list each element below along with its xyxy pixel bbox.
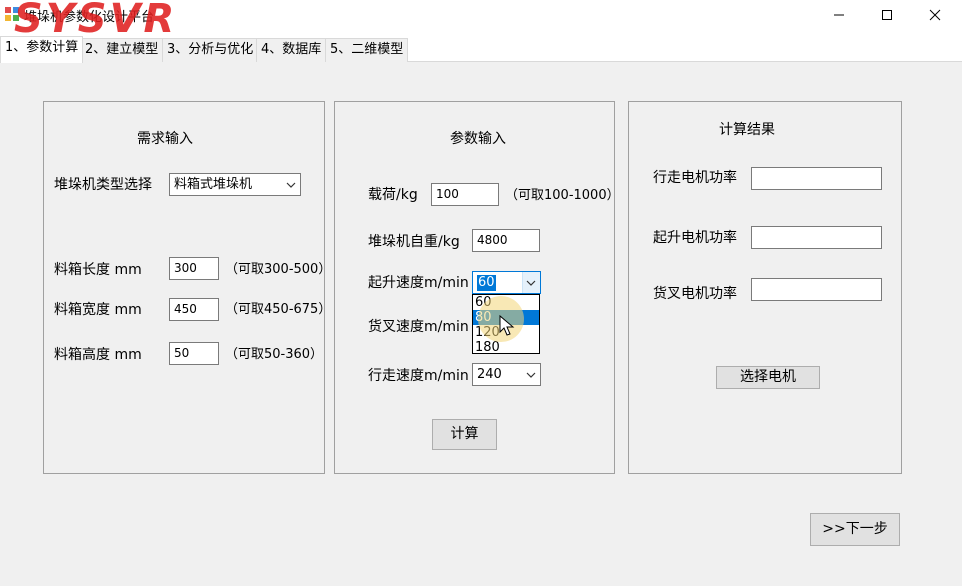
box-width-hint: （可取450-675） (225, 302, 332, 317)
fork-speed-label: 货叉速度m/min (368, 319, 469, 335)
select-motor-button[interactable]: 选择电机 (716, 366, 820, 389)
lift-speed-label: 起升速度m/min (368, 275, 469, 291)
box-width-label: 料箱宽度 mm (54, 302, 142, 318)
box-height-hint: （可取50-360） (225, 347, 324, 362)
self-weight-input[interactable]: 4800 (472, 229, 540, 252)
parameter-input-title: 参数输入 (450, 131, 506, 147)
lift-motor-power-label: 起升电机功率 (653, 230, 737, 246)
demand-input-group: 需求输入 堆垛机类型选择 料箱式堆垛机 料箱长度 mm 300 （可取300-5… (43, 101, 331, 474)
travel-speed-select[interactable]: 240 (472, 363, 541, 386)
lift-speed-value: 60 (477, 275, 496, 291)
tab-2d-model[interactable]: 5、二维模型 (325, 38, 409, 62)
travel-speed-label: 行走速度m/min (368, 368, 469, 384)
result-title: 计算结果 (719, 122, 775, 138)
box-length-hint: （可取300-500） (225, 262, 332, 277)
lift-speed-option[interactable]: 60 (473, 295, 539, 310)
load-input[interactable]: 100 (431, 183, 499, 206)
tab-analysis-optimization[interactable]: 3、分析与优化 (162, 38, 259, 62)
close-button[interactable] (912, 0, 958, 30)
travel-motor-power-label: 行走电机功率 (653, 170, 737, 186)
chevron-down-icon (286, 182, 296, 188)
next-step-button[interactable]: >>下一步 (810, 513, 900, 546)
result-group: 计算结果 行走电机功率 起升电机功率 货叉电机功率 选择电机 (628, 101, 902, 474)
calculate-button[interactable]: 计算 (432, 419, 497, 450)
stacker-type-label: 堆垛机类型选择 (54, 177, 152, 193)
load-label: 载荷/kg (368, 187, 418, 203)
lift-speed-option[interactable]: 120 (473, 325, 539, 340)
lift-speed-option[interactable]: 180 (473, 340, 539, 355)
box-length-input[interactable]: 300 (169, 257, 219, 280)
stacker-type-select[interactable]: 料箱式堆垛机 (169, 173, 301, 196)
box-height-input[interactable]: 50 (169, 342, 219, 365)
chevron-down-icon (526, 280, 536, 286)
minimize-icon (834, 14, 844, 16)
box-width-input[interactable]: 450 (169, 298, 219, 321)
fork-motor-power-output[interactable] (751, 278, 882, 301)
tab-build-model[interactable]: 2、建立模型 (80, 38, 164, 62)
travel-speed-value: 240 (477, 367, 502, 382)
lift-speed-select[interactable]: 60 (472, 271, 541, 294)
fork-motor-power-label: 货叉电机功率 (653, 286, 737, 302)
lift-speed-option[interactable]: 80 (473, 310, 539, 325)
travel-motor-power-output[interactable] (751, 167, 882, 190)
parameter-input-group: 参数输入 载荷/kg 100 （可取100-1000） 堆垛机自重/kg 480… (334, 101, 620, 474)
title-bar: 堆垛机参数化设计平台 SYSVR (0, 0, 962, 42)
maximize-button[interactable] (864, 0, 910, 30)
stacker-type-value: 料箱式堆垛机 (174, 177, 253, 192)
maximize-icon (882, 10, 892, 20)
load-hint: （可取100-1000） (505, 188, 620, 203)
box-length-label: 料箱长度 mm (54, 262, 142, 278)
box-height-label: 料箱高度 mm (54, 347, 142, 363)
demand-input-title: 需求输入 (137, 131, 193, 147)
tab-strip: 1、参数计算 2、建立模型 3、分析与优化 4、数据库 5、二维模型 (0, 36, 962, 63)
self-weight-label: 堆垛机自重/kg (368, 234, 460, 250)
tab-database[interactable]: 4、数据库 (256, 38, 327, 62)
close-icon (929, 9, 941, 21)
tab-parameter-calculation[interactable]: 1、参数计算 (0, 36, 84, 63)
minimize-button[interactable] (816, 0, 862, 30)
lift-motor-power-output[interactable] (751, 226, 882, 249)
lift-speed-dropdown: 60 80 120 180 (472, 294, 540, 355)
chevron-down-icon (526, 372, 536, 378)
